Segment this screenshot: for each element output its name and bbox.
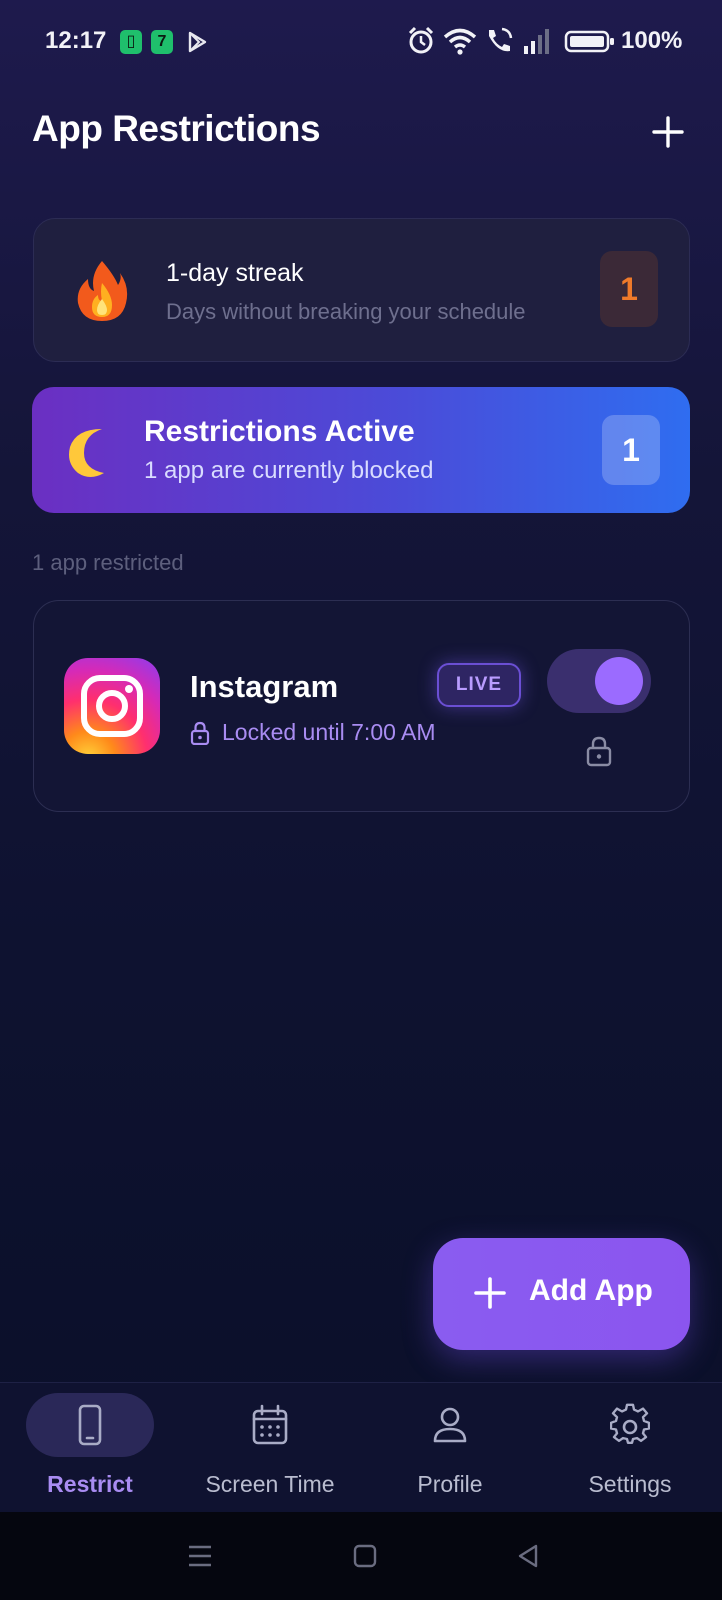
bottom-nav: Restrict Screen Time Profile Settings bbox=[0, 1382, 722, 1512]
nav-item-restrict[interactable]: Restrict bbox=[0, 1383, 180, 1513]
moon-icon bbox=[69, 429, 104, 477]
restriction-toggle[interactable] bbox=[547, 649, 651, 713]
phone-icon bbox=[78, 1404, 102, 1446]
nav-item-screen-time[interactable]: Screen Time bbox=[180, 1383, 360, 1513]
gear-icon bbox=[610, 1403, 650, 1444]
battery-percent: 100% bbox=[621, 27, 683, 54]
toggle-knob bbox=[595, 657, 643, 705]
wifi-icon bbox=[443, 28, 477, 55]
streak-title: 1-day streak bbox=[166, 259, 304, 287]
battery-icon bbox=[564, 30, 614, 53]
status-bar: 12:17 ▯ 7 100% bbox=[0, 0, 722, 84]
app-name: Instagram bbox=[190, 669, 339, 704]
system-nav-bar bbox=[0, 1512, 722, 1600]
lock-icon bbox=[190, 721, 210, 745]
nav-label-restrict: Restrict bbox=[47, 1471, 133, 1497]
active-count-badge: 1 bbox=[602, 415, 660, 485]
status-time: 12:17 bbox=[45, 27, 107, 54]
nav-item-profile[interactable]: Profile bbox=[360, 1383, 540, 1513]
person-icon bbox=[433, 1407, 467, 1443]
nav-label-screen-time: Screen Time bbox=[205, 1471, 335, 1497]
calendar-icon bbox=[252, 1404, 288, 1445]
nav-label-profile: Profile bbox=[417, 1471, 483, 1497]
streak-subtitle: Days without breaking your schedule bbox=[166, 299, 526, 324]
signal-icon bbox=[524, 29, 549, 54]
add-app-button[interactable]: Add App bbox=[433, 1238, 690, 1350]
menu-icon[interactable] bbox=[186, 1542, 214, 1570]
page-title: App Restrictions bbox=[32, 108, 321, 149]
notification-icon: ▯ bbox=[120, 30, 142, 54]
plus-icon[interactable] bbox=[648, 112, 688, 152]
section-label: 1 app restricted bbox=[32, 550, 184, 575]
add-app-label: Add App bbox=[529, 1274, 653, 1307]
notification-icon: 7 bbox=[151, 30, 173, 54]
restrictions-active-banner[interactable]: Restrictions Active 1 app are currently … bbox=[32, 387, 690, 513]
restrictions-active-title: Restrictions Active bbox=[144, 415, 415, 448]
instagram-icon bbox=[64, 658, 160, 754]
streak-count-badge: 1 bbox=[600, 251, 658, 327]
home-icon[interactable] bbox=[351, 1542, 379, 1570]
alarm-icon bbox=[408, 26, 434, 54]
plus-icon bbox=[474, 1277, 506, 1309]
live-badge: LIVE bbox=[437, 663, 521, 707]
lock-status-text: Locked until 7:00 AM bbox=[222, 719, 436, 745]
streak-card: 1-day streak Days without breaking your … bbox=[33, 218, 690, 362]
play-store-icon bbox=[188, 31, 207, 53]
app-card[interactable]: Instagram Locked until 7:00 AM LIVE bbox=[33, 600, 690, 812]
restrictions-active-subtitle: 1 app are currently blocked bbox=[144, 457, 434, 484]
fire-icon bbox=[77, 261, 128, 321]
nav-label-settings: Settings bbox=[588, 1471, 672, 1497]
nav-item-settings[interactable]: Settings bbox=[540, 1383, 720, 1513]
lock-icon bbox=[586, 736, 612, 767]
wifi-call-icon bbox=[489, 27, 513, 52]
back-icon[interactable] bbox=[514, 1542, 542, 1570]
